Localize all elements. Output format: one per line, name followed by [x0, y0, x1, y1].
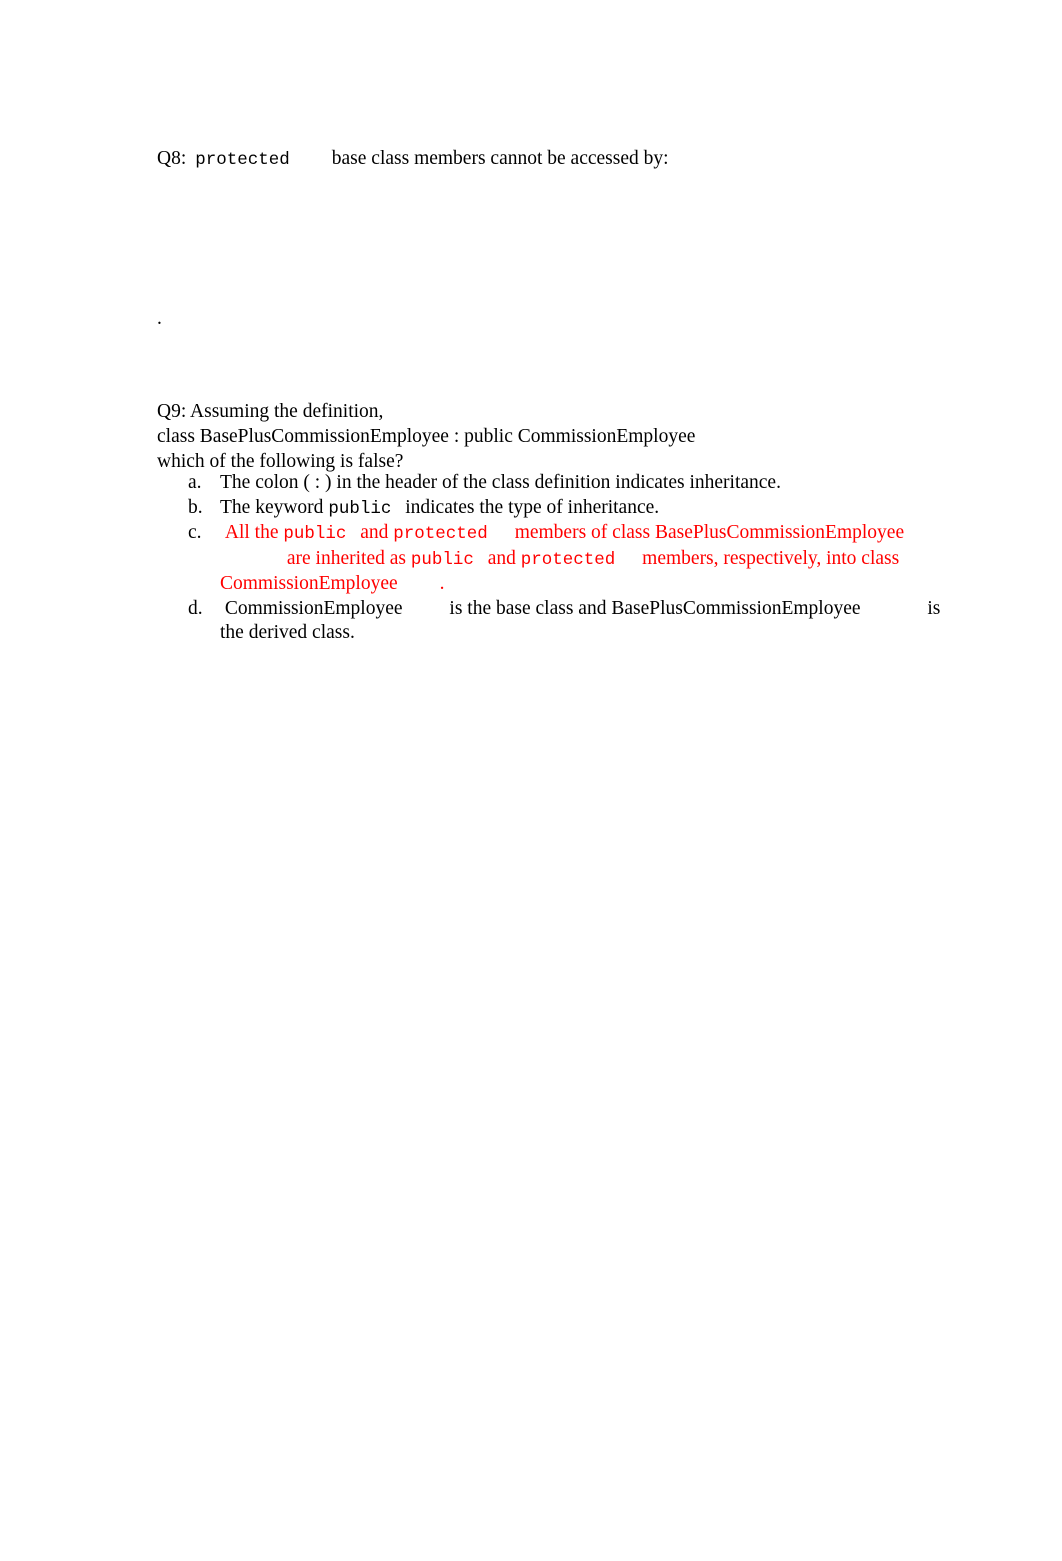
option-a-text: The colon ( : ) in the header of the cla… — [220, 472, 781, 493]
q8-rest-text: base class members cannot be accessed by… — [331, 148, 669, 169]
option-a[interactable]: a. The colon ( : ) in the header of the … — [157, 471, 957, 496]
code-keyword-public: public — [328, 498, 392, 519]
code-keyword-public: public — [410, 549, 474, 570]
stray-period: . — [157, 308, 162, 329]
option-c-selected-answer[interactable]: c. All the public and protected members … — [157, 521, 957, 597]
option-b[interactable]: b. The keyword public indicates the type… — [157, 496, 957, 522]
option-b-marker: b. — [188, 496, 203, 518]
option-c-text: All the public and protected members of … — [220, 522, 905, 594]
q9-option-list: a. The colon ( : ) in the header of the … — [157, 471, 957, 646]
option-d-text: CommissionEmployee is the base class and… — [220, 597, 946, 644]
document-page: Q8: protected base class members cannot be… — [0, 0, 1062, 1561]
code-keyword-protected: protected — [520, 549, 616, 570]
question-q8: Q8: protected base class members cannot be… — [157, 146, 957, 173]
code-keyword-public: public — [283, 524, 347, 544]
option-b-text: The keyword public indicates the type of… — [220, 496, 660, 519]
option-a-marker: a. — [188, 472, 202, 493]
q8-keyword-protected: protected — [195, 150, 290, 170]
code-keyword-protected: protected — [393, 524, 488, 544]
option-c-marker: c. — [188, 522, 202, 543]
option-d[interactable]: d. CommissionEmployee is the base class … — [157, 597, 957, 646]
option-d-marker: d. — [188, 597, 203, 619]
question-q9-stem: Q9: Assuming the definition, class BasePl… — [157, 399, 977, 474]
q8-label: Q8: — [157, 148, 187, 169]
q9-line-2-class-declaration: class BasePlusCommissionEmployee : publi… — [157, 426, 696, 447]
q9-line-1: Q9: Assuming the definition, — [157, 401, 384, 422]
